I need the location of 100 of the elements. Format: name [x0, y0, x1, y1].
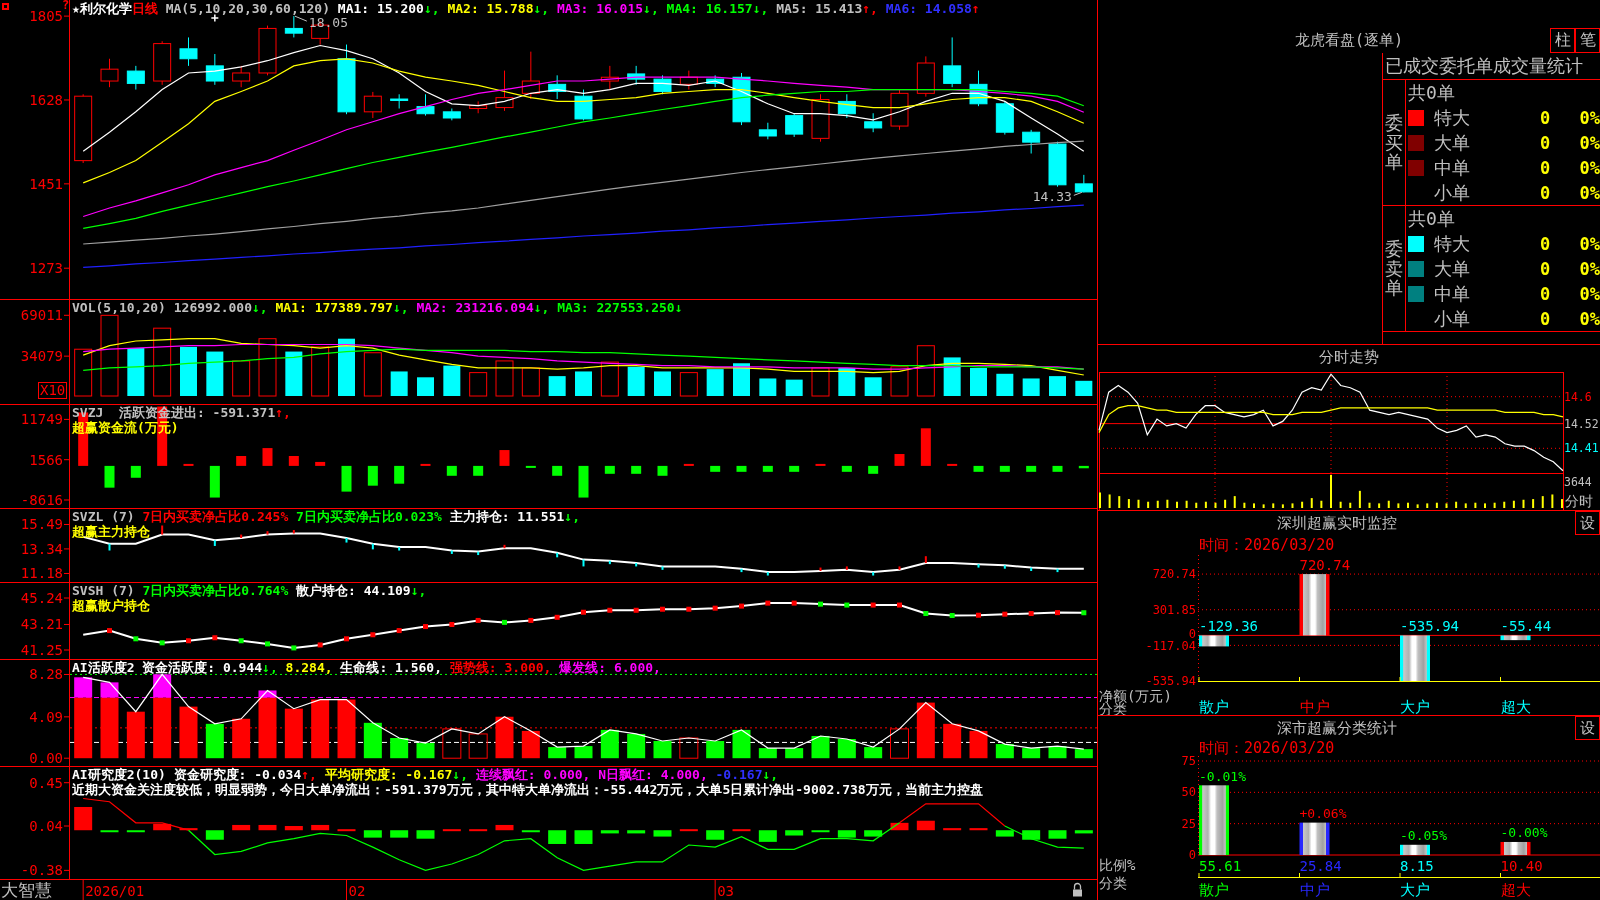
candlestick	[600, 65, 619, 91]
trend-marker	[186, 638, 191, 644]
candlestick	[943, 36, 962, 88]
axis-label: 0.04	[29, 818, 63, 834]
order-size-label: 大单	[1434, 130, 1470, 155]
order-count: 0	[1540, 258, 1551, 279]
axis-label: 720.74	[1152, 567, 1196, 582]
candlestick	[1048, 141, 1067, 188]
trend-marker	[1081, 610, 1087, 616]
candlestick	[126, 65, 145, 91]
candlestick	[337, 44, 356, 115]
candlestick	[864, 112, 883, 133]
axis-label: 75	[1181, 756, 1196, 768]
candlestick	[100, 58, 119, 88]
candlestick	[416, 93, 435, 117]
trend-marker	[870, 602, 876, 608]
order-share: 0%	[1579, 132, 1600, 153]
indicator-legend: 超赢散户持仓	[72, 598, 150, 613]
axis-label: 13.34	[20, 540, 63, 557]
value-label: -129.36	[1199, 618, 1258, 635]
axis-label: 3644	[1564, 475, 1592, 489]
date-label: 03	[717, 883, 735, 899]
candlestick	[916, 55, 935, 98]
candlestick	[785, 112, 804, 138]
candlestick	[469, 100, 488, 114]
trend-marker	[344, 636, 349, 642]
mode-button[interactable]: 柱	[1550, 28, 1575, 53]
trend-marker	[159, 640, 165, 646]
value-label: 720.74	[1299, 557, 1351, 574]
axis-title: 分时	[1565, 493, 1593, 509]
order-share: 0%	[1579, 258, 1600, 279]
candlestick	[1074, 174, 1093, 193]
candlestick	[811, 93, 830, 143]
axis-label: -117.04	[1145, 639, 1196, 654]
trend-marker	[739, 603, 744, 609]
unit-label: X10	[38, 382, 68, 399]
change-label: +0.06%	[1299, 806, 1347, 822]
value-label: -55.44	[1500, 618, 1552, 635]
trend-marker	[976, 612, 981, 618]
trend-marker	[712, 605, 718, 611]
mode-button[interactable]: 笔	[1575, 28, 1600, 53]
value-label: 8.15	[1400, 858, 1434, 874]
trend-marker	[212, 635, 218, 641]
candlestick	[1022, 129, 1041, 155]
candlestick	[995, 100, 1014, 136]
panel-title: 深圳超赢实时监控	[1276, 513, 1397, 533]
change-label: -0.05%	[1400, 828, 1447, 844]
axis-label: 0	[1188, 848, 1196, 862]
axis-label: 69011	[20, 307, 63, 324]
candlestick	[679, 70, 698, 91]
table-title: 已成交委托单成交量统计	[1384, 54, 1583, 78]
candlestick	[495, 70, 514, 112]
value-label: 25.84	[1299, 858, 1342, 874]
trend-marker	[1028, 611, 1034, 617]
group-label: 委卖单	[1385, 238, 1403, 299]
order-total: 共0单	[1408, 206, 1455, 231]
candlestick	[837, 93, 856, 119]
trend-marker	[818, 601, 823, 607]
time-label: 时间：2026/03/20	[1199, 535, 1335, 555]
category-label: 中户	[1299, 881, 1330, 899]
trend-marker	[396, 628, 402, 634]
candlestick	[706, 74, 725, 88]
trend-marker	[686, 606, 692, 612]
axis-label: 45.24	[20, 590, 63, 607]
axis-title: 分类	[1099, 875, 1127, 891]
candlestick	[548, 74, 567, 100]
trend-marker	[660, 606, 665, 612]
value-label: -535.94	[1400, 618, 1459, 635]
indicator-legend: ★利尔化学日线 MA(5,10,20,30,60,120) MA1: 15.200↓, MA2: 15.788↓, MA3: 16.015↓, MA4: 16.157↓, MA5: 15.413↑, MA6: 14.058↑	[72, 1, 980, 16]
panel-title: 龙虎看盘(逐单)	[1294, 31, 1404, 50]
axis-label: 301.85	[1152, 602, 1196, 617]
axis-label: 25	[1181, 816, 1196, 831]
order-share: 0%	[1579, 107, 1600, 128]
axis-label: 14.6	[1564, 389, 1592, 404]
trend-marker	[791, 600, 797, 606]
axis-label: 4.09	[29, 708, 63, 725]
trend-marker	[949, 613, 955, 618]
order-size-label: 中单	[1434, 155, 1470, 180]
order-share: 0%	[1579, 308, 1600, 329]
candlestick	[363, 91, 382, 119]
settings-button[interactable]: 设	[1575, 716, 1600, 740]
panel-title: 分时走势	[1319, 347, 1379, 367]
trend-marker	[554, 614, 560, 620]
candlestick	[627, 65, 646, 86]
axis-label: 15.49	[20, 516, 63, 533]
trend-marker	[765, 600, 771, 606]
category-label: 散户	[1199, 698, 1229, 715]
axis-label: 0.45	[29, 774, 63, 791]
order-count: 0	[1540, 283, 1551, 304]
axis-label: -8616	[20, 492, 63, 508]
axis-label: 14.41	[1564, 441, 1599, 456]
axis-label: 11.18	[20, 565, 63, 582]
panel-title: 深市超赢分类统计	[1276, 718, 1397, 738]
axis-label: 8.28	[29, 666, 63, 683]
indicator-legend: 超赢主力持仓	[72, 524, 150, 539]
settings-button[interactable]: 设	[1575, 511, 1600, 535]
trend-marker	[633, 607, 639, 613]
time-label: 时间：2026/03/20	[1199, 738, 1335, 758]
trend-marker	[1002, 611, 1008, 617]
order-count: 0	[1540, 107, 1551, 128]
